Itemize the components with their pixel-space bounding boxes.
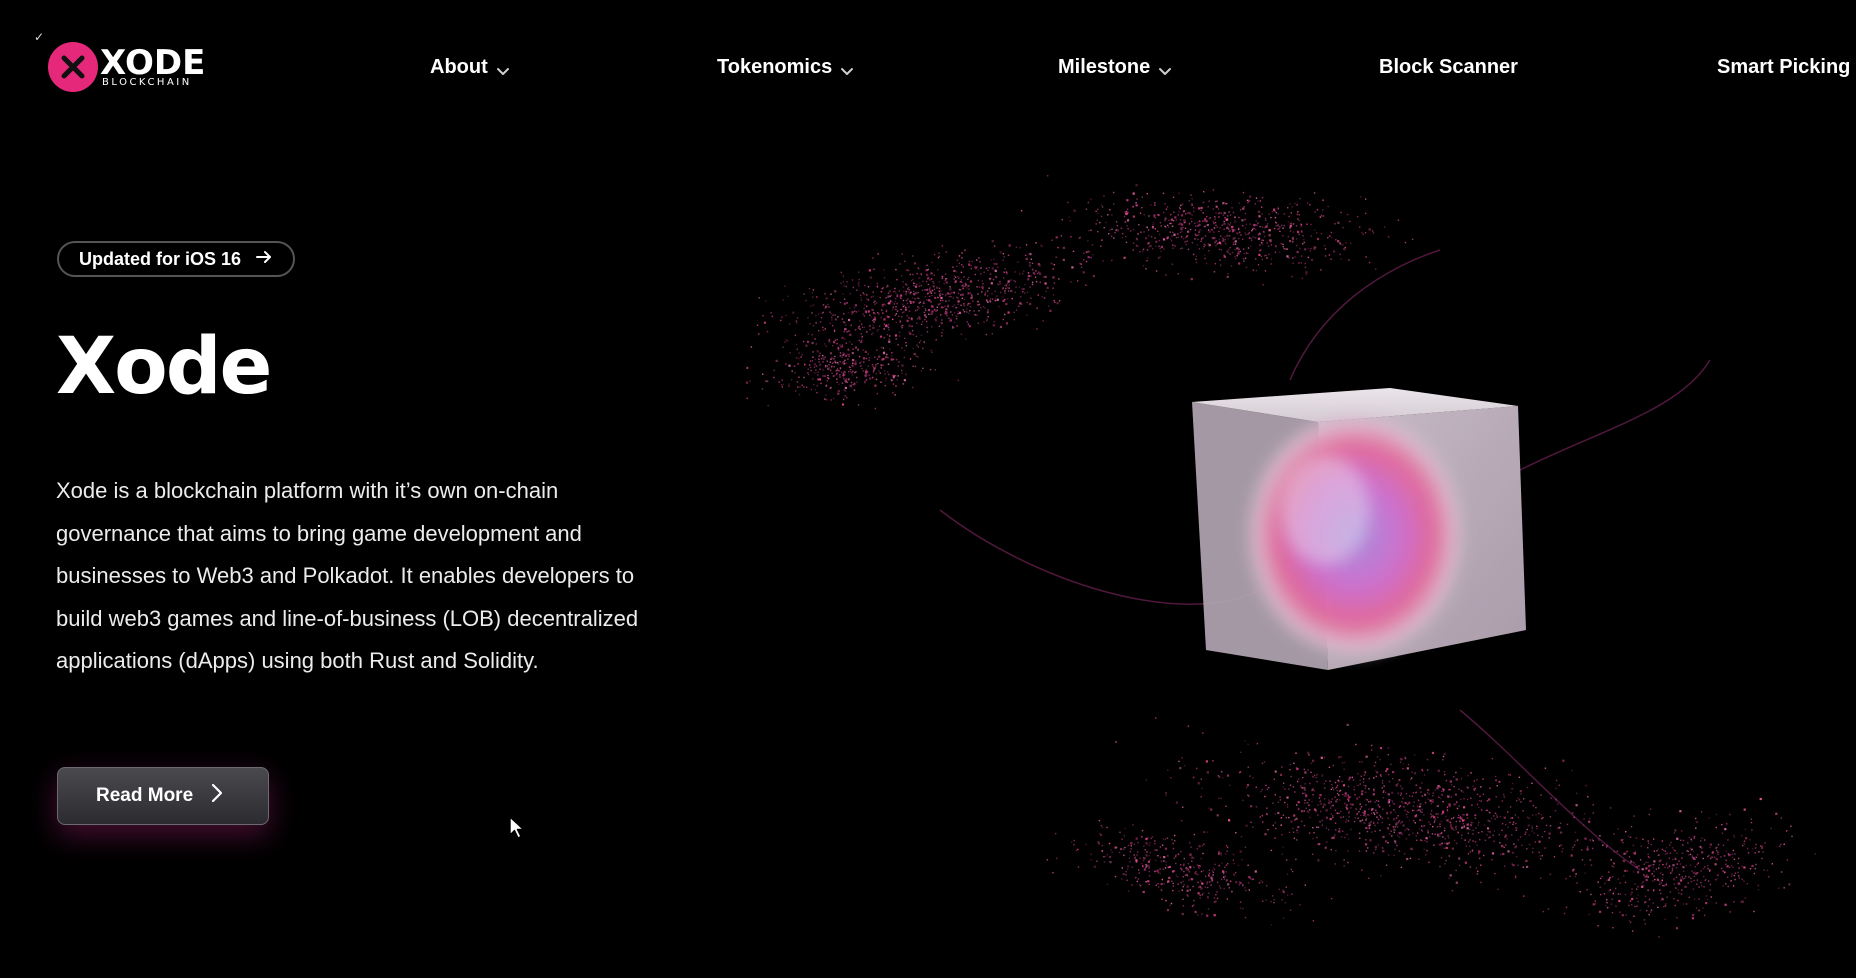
hero-title: Xode [56,322,272,412]
ios-update-badge[interactable]: Updated for iOS 16 [57,241,296,277]
glass-cube [1192,388,1526,670]
hero-description: Xode is a blockchain platform with it’s … [56,478,639,673]
read-more-button[interactable]: Read More [57,767,269,825]
nav-milestone-label: Milestone [1058,56,1151,78]
nav-about[interactable]: About [430,56,510,79]
nav-about-label: About [430,56,488,78]
chevron-down-icon [1158,61,1172,75]
logo-text: XODE BLOCKCHAIN [100,46,205,88]
logo-subtitle: BLOCKCHAIN [102,77,192,88]
chevron-right-icon [211,783,223,809]
xode-logo[interactable]: XODE BLOCKCHAIN [48,42,205,92]
badge-label: Updated for iOS 16 [79,248,242,269]
nav-smart-picking[interactable]: Smart Picking [1717,56,1850,79]
hero-art-svg [745,175,1816,938]
chevron-down-icon [496,61,510,75]
nav-tokenomics[interactable]: Tokenomics [717,56,854,79]
landing-page: ✓ XODE BLOCKCHAIN About Tokenomics Miles… [0,0,1856,978]
logo-word: XODE [100,43,206,83]
site-header: ✓ XODE BLOCKCHAIN About Tokenomics Miles… [0,0,1856,140]
check-icon: ✓ [34,30,45,44]
hero-particle-cube-illustration [700,110,1856,978]
read-more-label: Read More [96,785,194,806]
nav-block-scanner-label: Block Scanner [1379,56,1518,78]
nav-block-scanner[interactable]: Block Scanner [1379,56,1518,79]
nav-tokenomics-label: Tokenomics [717,56,833,78]
x-logo-icon [48,42,98,92]
mouse-pointer-icon [508,815,526,846]
chevron-down-icon [840,61,854,75]
nav-milestone[interactable]: Milestone [1058,56,1172,79]
arrow-right-icon [255,249,273,270]
nav-smart-picking-label: Smart Picking [1717,56,1851,78]
